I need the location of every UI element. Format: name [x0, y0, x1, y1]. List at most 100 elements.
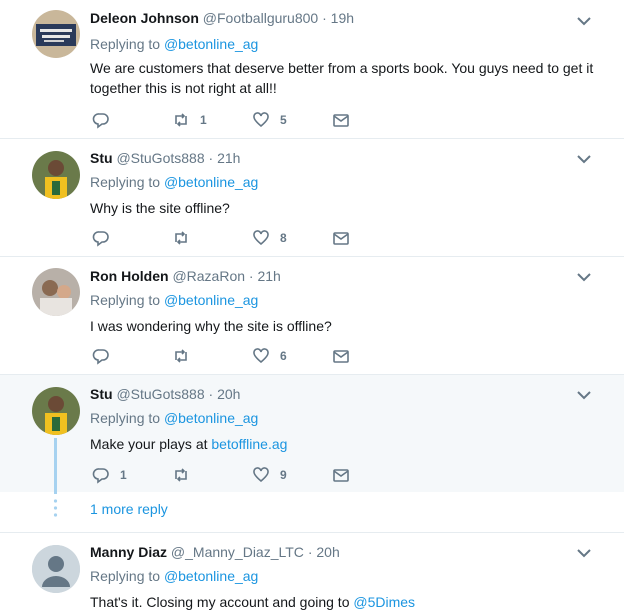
retweet-button[interactable] — [172, 346, 200, 366]
tweet-actions: 6 — [90, 346, 370, 366]
retweet-icon — [175, 231, 187, 245]
reply-button[interactable] — [92, 110, 120, 130]
like-button[interactable]: 8 — [252, 228, 287, 248]
retweet-button[interactable] — [172, 465, 200, 485]
chevron-down-icon[interactable] — [576, 547, 592, 559]
tweet-1[interactable]: Deleon Johnson @Footballguru800 · 19h Re… — [0, 0, 624, 139]
retweet-button[interactable]: 1 — [172, 110, 207, 130]
tweet-header: Deleon Johnson @Footballguru800 · 19h — [90, 10, 354, 26]
replying-to: Replying to @betonline_ag — [90, 292, 258, 308]
user-handle[interactable]: @RazaRon — [172, 268, 245, 284]
dm-button[interactable] — [332, 346, 350, 366]
timestamp[interactable]: 20h — [217, 386, 240, 402]
tweet-text-link[interactable]: betoffline.ag — [211, 436, 287, 452]
replying-prefix: Replying to — [90, 174, 161, 190]
tweet-text: Make your plays at betoffline.ag — [90, 434, 600, 454]
tweet-text: That's it. Closing my account and going … — [90, 592, 600, 612]
like-button[interactable]: 9 — [252, 465, 287, 485]
retweet-button[interactable] — [172, 228, 200, 248]
replying-prefix: Replying to — [90, 292, 161, 308]
envelope-icon — [333, 114, 349, 127]
user-handle[interactable]: @StuGots888 — [116, 386, 204, 402]
display-name[interactable]: Deleon Johnson — [90, 10, 199, 26]
user-handle[interactable]: @_Manny_Diaz_LTC — [171, 544, 304, 560]
replying-to: Replying to @betonline_ag — [90, 174, 258, 190]
timestamp[interactable]: 19h — [331, 10, 354, 26]
display-name[interactable]: Ron Holden — [90, 268, 169, 284]
reply-button[interactable]: 1 — [92, 465, 127, 485]
replying-prefix: Replying to — [90, 36, 161, 52]
tweet-header: Stu @StuGots888 · 20h — [90, 386, 240, 402]
reply-button[interactable] — [92, 228, 120, 248]
user-handle[interactable]: @StuGots888 — [116, 150, 204, 166]
thread-connector-line — [54, 438, 57, 494]
like-button[interactable]: 5 — [252, 110, 287, 130]
chevron-down-icon[interactable] — [576, 153, 592, 165]
retweet-icon — [175, 349, 187, 363]
separator-dot: · — [208, 386, 214, 402]
timestamp[interactable]: 21h — [257, 268, 280, 284]
chevron-down-icon[interactable] — [576, 15, 592, 27]
tweet-2[interactable]: Stu @StuGots888 · 21h Replying to @beton… — [0, 139, 624, 257]
tweet-5[interactable]: Manny Diaz @_Manny_Diaz_LTC · 20h Replyi… — [0, 533, 624, 615]
user-handle[interactable]: @Footballguru800 — [203, 10, 318, 26]
heart-icon — [253, 230, 269, 246]
separator-dot: · — [248, 268, 254, 284]
tweet-4[interactable]: Stu @StuGots888 · 20h Replying to @beton… — [0, 375, 624, 492]
tweet-text-prefix: That's it. Closing my account and going … — [90, 594, 354, 610]
replying-handle-link[interactable]: @betonline_ag — [164, 36, 258, 52]
reply-icon — [92, 231, 109, 247]
avatar[interactable] — [32, 268, 80, 316]
reply-icon — [92, 349, 109, 365]
tweet-header: Ron Holden @RazaRon · 21h — [90, 268, 281, 284]
retweet-icon — [175, 468, 187, 482]
like-count: 5 — [280, 113, 287, 127]
like-count: 6 — [280, 349, 287, 363]
tweet-text: We are customers that deserve better fro… — [90, 60, 594, 96]
tweet-header: Stu @StuGots888 · 21h — [90, 150, 240, 166]
tweet-header: Manny Diaz @_Manny_Diaz_LTC · 20h — [90, 544, 340, 560]
replying-to: Replying to @betonline_ag — [90, 568, 258, 584]
tweet-text-link[interactable]: @5Dimes — [353, 594, 415, 610]
like-count: 9 — [280, 468, 287, 482]
thread-dots — [53, 499, 58, 517]
tweet-actions: 1 5 — [90, 110, 370, 130]
envelope-icon — [333, 350, 349, 363]
replying-to: Replying to @betonline_ag — [90, 36, 258, 52]
retweet-count: 1 — [200, 113, 207, 127]
replying-handle-link[interactable]: @betonline_ag — [164, 568, 258, 584]
avatar[interactable] — [32, 151, 80, 199]
timestamp[interactable]: 21h — [217, 150, 240, 166]
like-button[interactable]: 6 — [252, 346, 287, 366]
dm-button[interactable] — [332, 465, 350, 485]
more-replies-link[interactable]: 1 more reply — [90, 501, 168, 517]
envelope-icon — [333, 469, 349, 482]
display-name[interactable]: Stu — [90, 150, 113, 166]
timestamp[interactable]: 20h — [316, 544, 339, 560]
heart-icon — [253, 467, 269, 483]
avatar[interactable] — [32, 10, 80, 58]
replying-prefix: Replying to — [90, 568, 161, 584]
tweet-text: I was wondering why the site is offline? — [90, 318, 332, 334]
dm-button[interactable] — [332, 228, 350, 248]
replying-handle-link[interactable]: @betonline_ag — [164, 410, 258, 426]
avatar[interactable] — [32, 387, 80, 435]
separator-dot: · — [208, 150, 214, 166]
retweet-icon — [175, 113, 187, 127]
chevron-down-icon[interactable] — [576, 389, 592, 401]
replying-handle-link[interactable]: @betonline_ag — [164, 174, 258, 190]
dm-button[interactable] — [332, 110, 350, 130]
replying-to: Replying to @betonline_ag — [90, 410, 258, 426]
replying-handle-link[interactable]: @betonline_ag — [164, 292, 258, 308]
chevron-down-icon[interactable] — [576, 271, 592, 283]
reply-button[interactable] — [92, 346, 120, 366]
heart-icon — [253, 112, 269, 128]
display-name[interactable]: Manny Diaz — [90, 544, 167, 560]
avatar[interactable] — [32, 545, 80, 593]
reply-icon — [92, 468, 109, 484]
display-name[interactable]: Stu — [90, 386, 113, 402]
heart-icon — [253, 348, 269, 364]
tweet-text: Why is the site offline? — [90, 200, 230, 216]
tweet-actions: 8 — [90, 228, 370, 248]
tweet-3[interactable]: Ron Holden @RazaRon · 21h Replying to @b… — [0, 257, 624, 375]
